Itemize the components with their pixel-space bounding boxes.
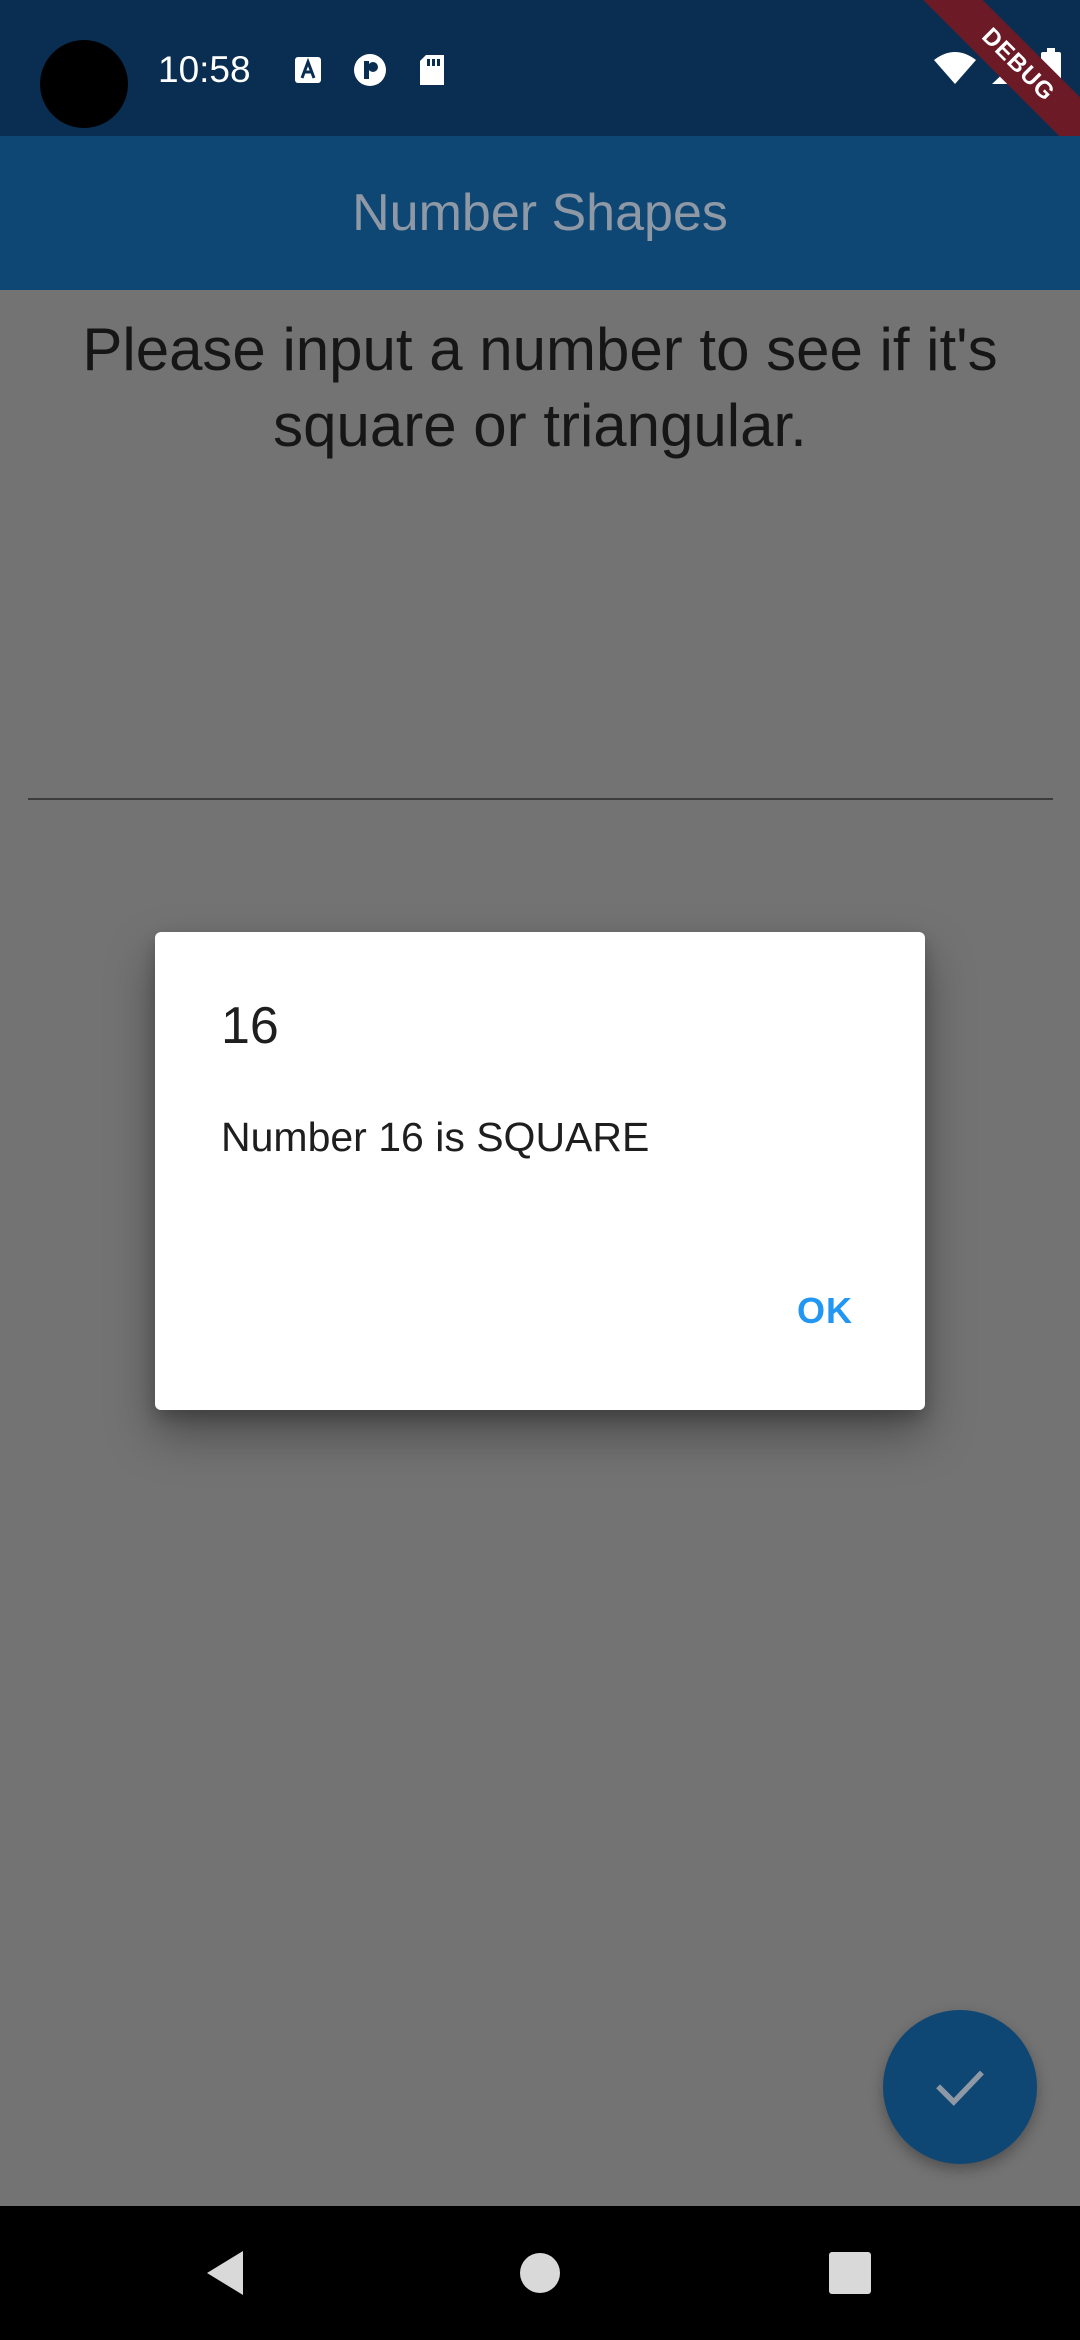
app-bar: Number Shapes bbox=[0, 136, 1080, 290]
dialog-message: Number 16 is SQUARE bbox=[221, 1114, 650, 1160]
font-a-icon bbox=[295, 57, 321, 83]
dialog-title: 16 bbox=[221, 997, 279, 1055]
pinterest-like-icon bbox=[354, 54, 386, 86]
home-icon bbox=[520, 2253, 560, 2293]
submit-fab[interactable] bbox=[883, 2010, 1037, 2164]
battery-icon bbox=[1041, 48, 1061, 88]
back-button[interactable] bbox=[165, 2206, 285, 2340]
recents-icon bbox=[829, 2252, 871, 2294]
notification-icons bbox=[290, 50, 450, 90]
nav-bar bbox=[0, 2206, 1080, 2340]
back-icon bbox=[207, 2251, 243, 2295]
camera-cutout bbox=[40, 40, 128, 128]
system-icons bbox=[932, 48, 1062, 88]
cell-signal-icon bbox=[992, 52, 1026, 84]
status-bar: 10:58 DEBUG bbox=[0, 0, 1080, 165]
result-dialog: 16 Number 16 is SQUARE OK bbox=[155, 932, 925, 1410]
prompt-text: Please input a number to see if it's squ… bbox=[82, 316, 998, 459]
sd-card-icon bbox=[420, 55, 444, 85]
wifi-icon bbox=[934, 52, 976, 84]
home-button[interactable] bbox=[480, 2206, 600, 2340]
status-time: 10:58 bbox=[158, 49, 251, 90]
ok-button[interactable]: OK bbox=[797, 1290, 853, 1332]
recents-button[interactable] bbox=[790, 2206, 910, 2340]
number-input[interactable] bbox=[28, 730, 1053, 800]
app-title: Number Shapes bbox=[352, 184, 728, 242]
check-icon bbox=[936, 2070, 984, 2106]
screen: 10:58 DEBUG Number Shapes Please input a… bbox=[0, 0, 1080, 2340]
